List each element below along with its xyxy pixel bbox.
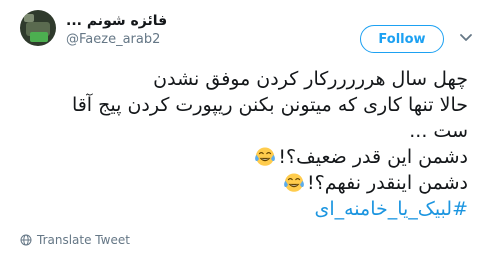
tweet-card: فائزه شونم ... @Faeze_arab2 Follow چهل س…: [0, 0, 500, 258]
tweet-text: چهل سال هرررررکار کردن موفق نشدن حالا تن…: [20, 66, 468, 222]
avatar[interactable]: [20, 10, 56, 46]
chevron-down-icon[interactable]: [456, 30, 476, 46]
tweet-line: چهل سال هرررررکار کردن موفق نشدن: [153, 68, 468, 90]
tweet-line-with-emoji: دشمن اینقدر نفهم؟!: [20, 170, 468, 196]
tears-of-joy-emoji-icon: [255, 147, 276, 166]
tears-of-joy-emoji-icon: [284, 173, 304, 192]
tweet-line-with-emoji: دشمن این قدر ضعیف؟!: [20, 144, 468, 170]
tweet-line: ست ...: [409, 120, 468, 142]
translate-tweet-link[interactable]: Translate Tweet: [20, 233, 130, 247]
globe-icon: [20, 234, 32, 246]
tweet-line: حالا تنها کاری که میتونن بکنن ریپورت کرد…: [71, 94, 468, 116]
follow-button[interactable]: Follow: [360, 25, 444, 53]
hashtag-link[interactable]: #لبیک_یا_خامنه_ای: [20, 196, 468, 222]
user-handle[interactable]: @Faeze_arab2: [66, 32, 167, 48]
tweet-line-text: دشمن این قدر ضعیف؟!: [278, 146, 468, 168]
display-name[interactable]: فائزه شونم ...: [66, 12, 167, 30]
user-info[interactable]: فائزه شونم ... @Faeze_arab2: [66, 12, 167, 48]
translate-label: Translate Tweet: [37, 233, 130, 247]
tweet-line-text: دشمن اینقدر نفهم؟!: [307, 172, 468, 194]
